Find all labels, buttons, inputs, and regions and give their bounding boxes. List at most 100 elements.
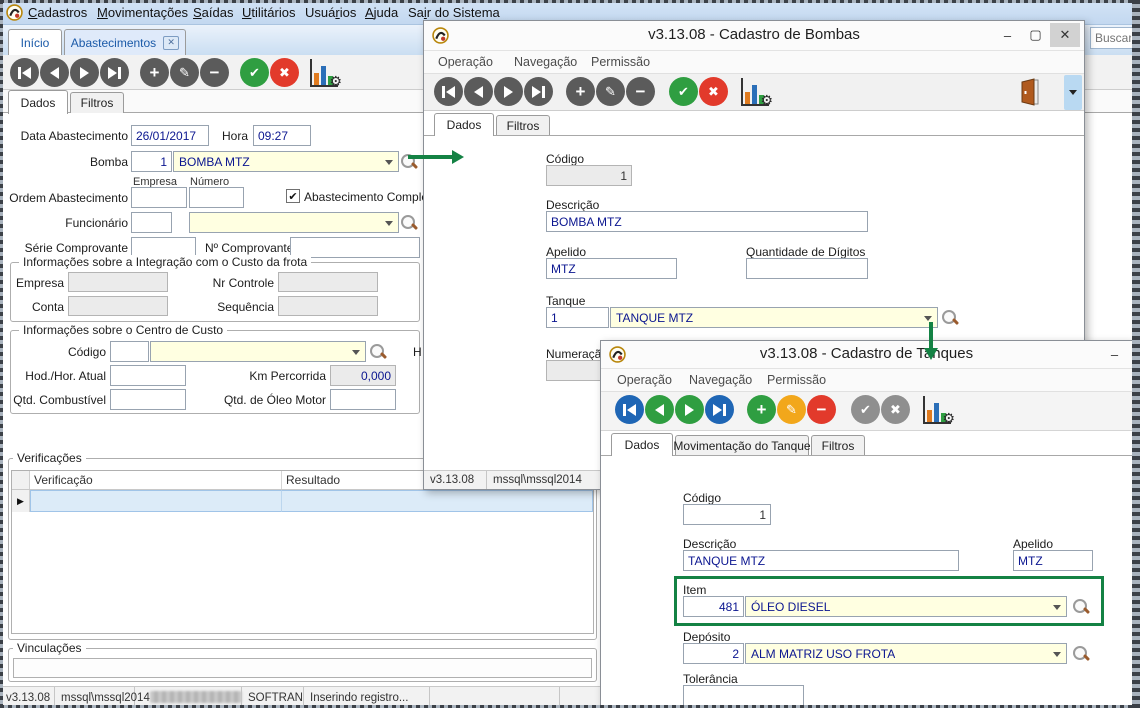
search-input[interactable] [1090, 27, 1136, 49]
ordem-empresa-field[interactable] [131, 187, 187, 208]
row-cell-verificacao[interactable] [30, 490, 282, 512]
add-button[interactable]: + [747, 395, 776, 424]
cc-search-icon[interactable] [370, 344, 386, 360]
nav-last-button[interactable] [100, 58, 129, 87]
menu-cadastros[interactable]: Cadastros [28, 5, 87, 20]
edit-button[interactable]: ✎ [596, 77, 625, 106]
menu-sair[interactable]: Sair do Sistema [408, 5, 500, 20]
tab-inicio[interactable]: Início [8, 29, 62, 55]
confirm-button[interactable]: ✔ [669, 77, 698, 106]
bombas-codigo-label: Código [546, 152, 584, 166]
menu-movimentacoes[interactable]: Movimentações [97, 5, 188, 20]
tanques-codigo-field[interactable]: 1 [683, 504, 771, 525]
delete-button[interactable]: − [200, 58, 229, 87]
bombas-menu-operacao[interactable]: Operação [438, 55, 493, 69]
chart-button[interactable]: ⚙ [310, 59, 338, 87]
ordem-numero-field[interactable] [189, 187, 244, 208]
chart-button[interactable]: ⚙ [741, 78, 769, 106]
toolbar-overflow-button[interactable] [1064, 75, 1082, 110]
bombas-menu-permissao[interactable]: Permissão [591, 55, 650, 69]
bombas-apelido-field[interactable]: MTZ [546, 258, 677, 279]
tanques-tolerancia-field[interactable] [683, 685, 804, 706]
add-button[interactable]: + [566, 77, 595, 106]
qtd-oleo-field[interactable] [330, 389, 396, 410]
chart-button[interactable]: ⚙ [923, 396, 951, 424]
confirm-button-disabled[interactable]: ✔ [851, 395, 880, 424]
minimize-button[interactable]: – [1101, 342, 1128, 366]
tanques-apelido-field[interactable]: MTZ [1013, 550, 1093, 571]
menu-usuarios[interactable]: Usuários [305, 5, 356, 20]
bombas-tanque-combo[interactable]: TANQUE MTZ [610, 307, 938, 328]
close-tab-icon[interactable]: ✕ [163, 36, 179, 50]
add-button[interactable]: + [140, 58, 169, 87]
vinculacoes-box[interactable] [13, 658, 592, 678]
cc-codigo-field[interactable] [110, 341, 149, 362]
close-button[interactable]: ✕ [1050, 23, 1080, 47]
minimize-button[interactable]: – [994, 23, 1021, 47]
tanques-menubar [601, 369, 1132, 391]
exit-door-icon[interactable] [1019, 78, 1043, 106]
bombas-tab-filtros[interactable]: Filtros [496, 115, 550, 136]
nav-next-button[interactable] [675, 395, 704, 424]
tab-abastecimentos[interactable]: Abastecimentos ✕ [64, 29, 186, 55]
nav-first-button[interactable] [434, 77, 463, 106]
bombas-menu-navegacao[interactable]: Navegação [514, 55, 577, 69]
grid-col-verificacao[interactable]: Verificação [30, 471, 282, 489]
tanques-menu-operacao[interactable]: Operação [617, 373, 672, 387]
tanques-menu-permissao[interactable]: Permissão [767, 373, 826, 387]
nav-first-button[interactable] [10, 58, 39, 87]
cc-combo[interactable] [150, 341, 366, 362]
tanques-deposito-search-icon[interactable] [1073, 646, 1089, 662]
cancel-button[interactable]: ✖ [699, 77, 728, 106]
cancel-button-disabled[interactable]: ✖ [881, 395, 910, 424]
bomba-combo[interactable]: BOMBA MTZ [173, 151, 399, 172]
nav-next-button[interactable] [494, 77, 523, 106]
funcionario-codigo-field[interactable] [131, 212, 172, 233]
nav-prev-button[interactable] [645, 395, 674, 424]
bombas-tab-dados[interactable]: Dados [434, 113, 494, 136]
funcionario-combo[interactable] [189, 212, 399, 233]
edit-button[interactable]: ✎ [170, 58, 199, 87]
tanques-menu-navegacao[interactable]: Navegação [689, 373, 752, 387]
bomba-codigo-field[interactable]: 1 [131, 151, 172, 172]
row-cell-resultado[interactable] [282, 490, 593, 512]
qtd-oleo-label: Qtd. de Óleo Motor [220, 393, 326, 407]
subtab-dados[interactable]: Dados [8, 90, 68, 114]
menu-saidas[interactable]: Saídas [193, 5, 233, 20]
nav-prev-button[interactable] [40, 58, 69, 87]
hod-atual-field[interactable] [110, 365, 186, 386]
delete-button[interactable]: − [626, 77, 655, 106]
qtd-combustivel-field[interactable] [110, 389, 186, 410]
centro-custo-group-title: Informações sobre o Centro de Custo [19, 323, 227, 337]
data-abastecimento-field[interactable]: 26/01/2017 [131, 125, 209, 146]
edit-button[interactable]: ✎ [777, 395, 806, 424]
cancel-button[interactable]: ✖ [270, 58, 299, 87]
abastecimento-completo-checkbox[interactable]: ✔ [286, 189, 300, 203]
tanques-tab-filtros[interactable]: Filtros [811, 435, 865, 456]
funcionario-search-icon[interactable] [401, 215, 417, 231]
tanques-deposito-codigo-field[interactable]: 2 [683, 643, 744, 664]
bombas-tanque-search-icon[interactable] [942, 310, 958, 326]
tanques-tab-movimentacao[interactable]: Movimentação do Tanque [675, 435, 809, 456]
menu-ajuda[interactable]: Ajuda [365, 5, 398, 20]
tanques-deposito-combo[interactable]: ALM MATRIZ USO FROTA [745, 643, 1067, 664]
tanques-descricao-field[interactable]: TANQUE MTZ [683, 550, 959, 571]
nav-first-button[interactable] [615, 395, 644, 424]
confirm-button[interactable]: ✔ [240, 58, 269, 87]
bombas-descricao-field[interactable]: BOMBA MTZ [546, 211, 868, 232]
nav-last-button[interactable] [524, 77, 553, 106]
bombas-tanque-codigo-field[interactable]: 1 [546, 307, 609, 328]
maximize-button[interactable]: ▢ [1022, 23, 1049, 47]
vinculacoes-group-title: Vinculações [13, 641, 86, 655]
tanques-tab-dados[interactable]: Dados [611, 433, 673, 456]
bombas-qtd-digitos-field[interactable] [746, 258, 868, 279]
delete-button[interactable]: − [807, 395, 836, 424]
grid-selected-row[interactable]: ▶ [12, 490, 593, 512]
hora-field[interactable]: 09:27 [253, 125, 311, 146]
menu-utilitarios[interactable]: Utilitários [242, 5, 295, 20]
subtab-filtros[interactable]: Filtros [70, 92, 124, 113]
nav-last-button[interactable] [705, 395, 734, 424]
nav-prev-button[interactable] [464, 77, 493, 106]
nav-next-button[interactable] [70, 58, 99, 87]
tanques-tolerancia-label: Tolerância [683, 672, 738, 686]
